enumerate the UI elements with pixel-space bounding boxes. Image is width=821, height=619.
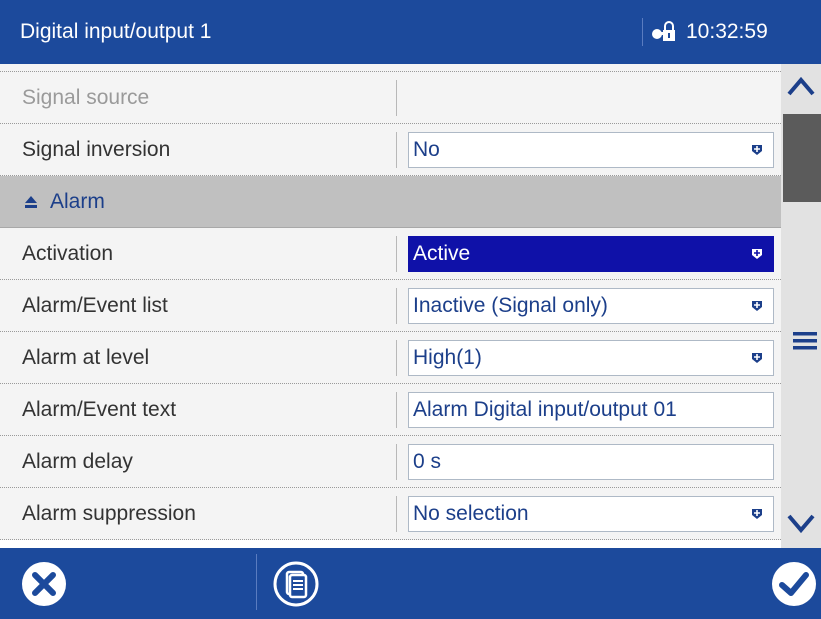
alarm-section-label: Alarm: [50, 190, 105, 213]
row-signal-inversion: Signal inversion No: [0, 124, 781, 176]
row-alarm-delay: Alarm delay 0 s: [0, 436, 781, 488]
alarm-event-list-label: Alarm/Event list: [22, 294, 168, 317]
alarm-event-list-select[interactable]: Inactive (Signal only): [408, 288, 774, 324]
alarm-event-list-value: Inactive (Signal only): [413, 294, 608, 317]
row-separator: [396, 80, 397, 116]
alarm-event-text-input[interactable]: Alarm Digital input/output 01: [408, 392, 774, 428]
scroll-down-icon[interactable]: [781, 498, 821, 548]
alarm-delay-label: Alarm delay: [22, 450, 133, 473]
settings-list: Signal source Signal inversion No Alarm …: [0, 64, 781, 548]
alarm-delay-input[interactable]: 0 s: [408, 444, 774, 480]
row-activation: Activation Active: [0, 228, 781, 280]
scroll-up-icon[interactable]: [781, 64, 821, 114]
bottom-toolbar: [0, 548, 821, 619]
alarm-suppression-label: Alarm suppression: [22, 502, 196, 525]
list-row-partial: [0, 64, 781, 72]
activation-label: Activation: [22, 242, 114, 265]
alarm-delay-value: 0 s: [413, 450, 442, 473]
toolbar-divider: [256, 554, 257, 610]
row-separator: [396, 132, 397, 168]
dropdown-icon: [752, 249, 762, 259]
check-circle-icon[interactable]: [770, 560, 818, 608]
scrollbar[interactable]: [781, 64, 821, 548]
row-alarm-event-text: Alarm/Event text Alarm Digital input/out…: [0, 384, 781, 436]
row-signal-source: Signal source: [0, 72, 781, 124]
row-separator: [396, 496, 397, 532]
signal-inversion-value: No: [413, 138, 440, 161]
close-circle-icon[interactable]: [20, 560, 68, 608]
row-separator: [396, 340, 397, 376]
row-alarm-at-level: Alarm at level High(1): [0, 332, 781, 384]
scroll-thumb[interactable]: [783, 114, 821, 202]
page-title: Digital input/output 1: [20, 20, 212, 43]
signal-inversion-label: Signal inversion: [22, 138, 171, 161]
title-bar: Digital input/output 1 10:32:59: [0, 0, 821, 64]
title-divider: [642, 18, 643, 46]
row-alarm-suppression: Alarm suppression No selection: [0, 488, 781, 540]
alarm-event-text-label: Alarm/Event text: [22, 398, 177, 421]
clock: 10:32:59: [686, 20, 768, 43]
dropdown-icon: [752, 509, 762, 519]
alarm-suppression-value: No selection: [413, 502, 529, 525]
menu-icon[interactable]: [781, 326, 821, 356]
alarm-at-level-label: Alarm at level: [22, 346, 150, 369]
activation-value: Active: [413, 242, 471, 265]
signal-source-label: Signal source: [22, 86, 150, 109]
dropdown-icon: [752, 145, 762, 155]
dropdown-icon: [752, 353, 762, 363]
alarm-event-text-value: Alarm Digital input/output 01: [413, 398, 677, 421]
alarm-at-level-select[interactable]: High(1): [408, 340, 774, 376]
row-separator: [396, 392, 397, 428]
dropdown-icon: [752, 301, 762, 311]
document-icon[interactable]: [272, 560, 320, 608]
lock-icon: [652, 21, 675, 41]
activation-select[interactable]: Active: [408, 236, 774, 272]
collapse-icon: [25, 196, 37, 208]
row-alarm-event-list: Alarm/Event list Inactive (Signal only): [0, 280, 781, 332]
row-separator: [396, 444, 397, 480]
row-separator: [396, 236, 397, 272]
alarm-at-level-value: High(1): [413, 346, 482, 369]
signal-inversion-select[interactable]: No: [408, 132, 774, 168]
alarm-section-header[interactable]: Alarm: [0, 176, 781, 228]
row-separator: [396, 288, 397, 324]
alarm-suppression-select[interactable]: No selection: [408, 496, 774, 532]
